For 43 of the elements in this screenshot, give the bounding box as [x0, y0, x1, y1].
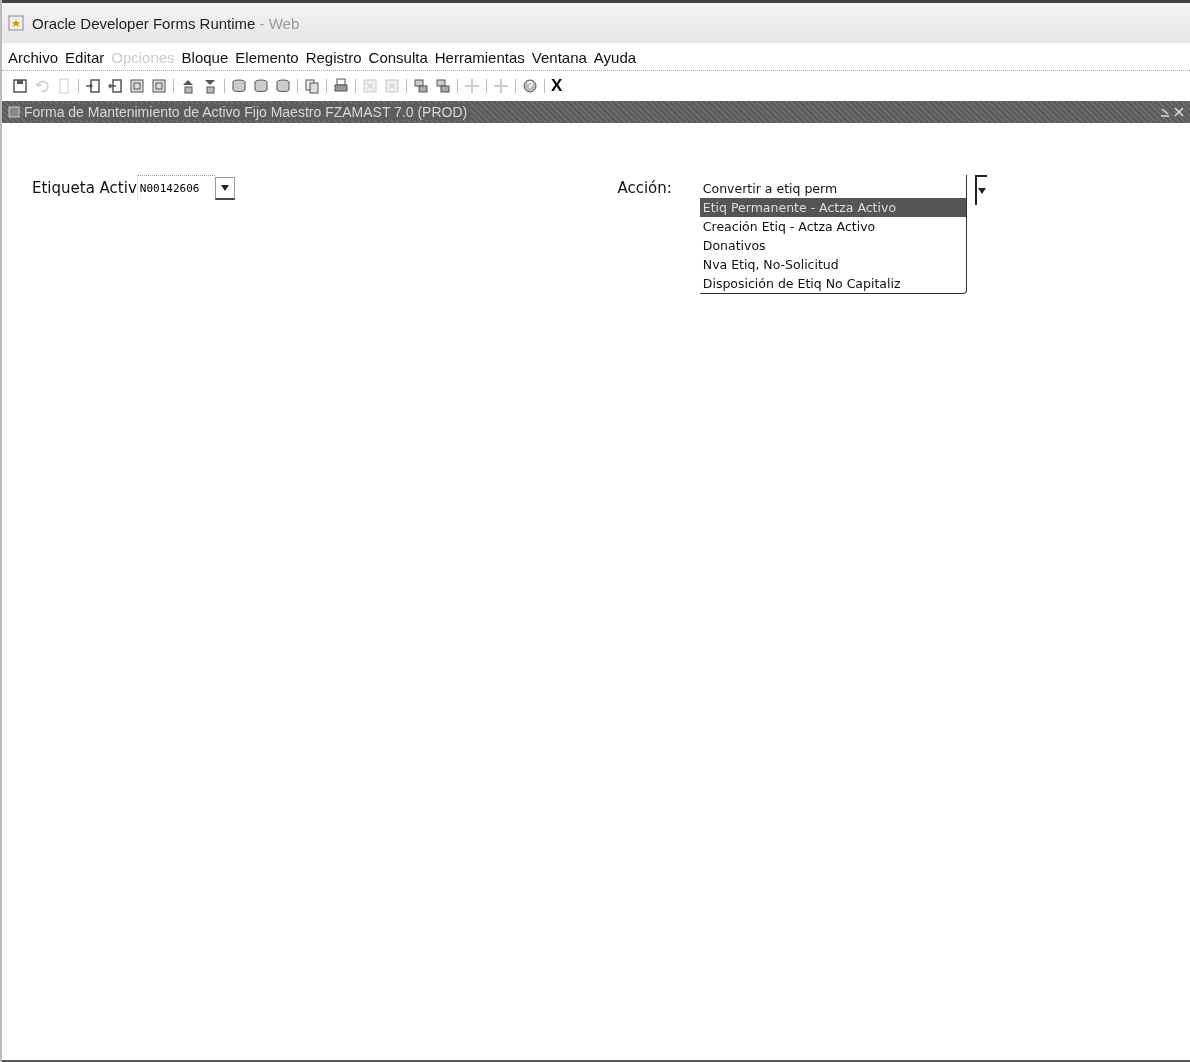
exit-button[interactable]: X — [551, 76, 563, 96]
block-icon[interactable] — [413, 78, 429, 94]
printer-icon[interactable] — [333, 78, 349, 94]
document-icon[interactable] — [129, 78, 145, 94]
menu-item[interactable]: Ventana — [531, 49, 587, 66]
dropdown-option[interactable]: Nva Etiq, No-Solicitud — [699, 255, 966, 274]
caret-icon — [977, 188, 986, 194]
dropdown-option[interactable]: Creación Etiq - Actza Activo — [699, 217, 966, 236]
dropdown-option[interactable]: Donativos — [699, 236, 966, 255]
field-label: Acción: — [617, 179, 672, 199]
exit-arrow-icon[interactable] — [107, 78, 123, 94]
caret-icon — [221, 185, 230, 191]
enter-arrow-icon[interactable] — [85, 78, 101, 94]
help-icon[interactable] — [522, 78, 538, 94]
database-icon[interactable] — [275, 78, 291, 94]
close-icon[interactable] — [1174, 107, 1184, 117]
document-icon[interactable] — [151, 78, 167, 94]
dropdown-button[interactable] — [974, 175, 987, 205]
input-field[interactable]: N00142606 — [136, 175, 216, 199]
dropdown-option[interactable]: Disposición de Etiq No Capitaliz — [699, 274, 966, 293]
minimize-icon[interactable] — [1160, 107, 1170, 117]
save-icon[interactable] — [12, 78, 28, 94]
menu-item[interactable]: Herramientas — [434, 49, 525, 66]
menu-item[interactable]: Elemento — [235, 49, 299, 66]
database-icon[interactable] — [231, 78, 247, 94]
window-title: Oracle Developer Forms Runtime - Web — [32, 14, 300, 32]
form-icon — [8, 106, 20, 118]
dropdown-button[interactable] — [215, 177, 236, 200]
menu-item[interactable]: Editar — [65, 49, 105, 66]
copy-icon[interactable] — [304, 78, 320, 94]
menu-item[interactable]: Ayuda — [593, 49, 637, 66]
database-icon[interactable] — [253, 78, 269, 94]
menu-item[interactable]: Archivo — [8, 49, 59, 66]
menu-item[interactable]: Registro — [305, 49, 362, 66]
menu-item[interactable]: Bloque — [181, 49, 229, 66]
dropdown-option[interactable]: Etiq Permanente - Actza Activo — [699, 198, 966, 217]
field-label: Etiqueta Activ — [32, 179, 137, 197]
dropdown-list[interactable]: Convertir a etiq perm Etiq Permanente - Actza Activo Creación Etiq - Actza Activo Donativos Nva Etiq, No-Solicitud Disposición de Etiq No Capitaliz — [699, 175, 967, 294]
menu-item[interactable]: Consulta — [368, 49, 428, 66]
combo-value[interactable]: Convertir a etiq perm — [699, 175, 841, 198]
block-icon[interactable] — [435, 78, 451, 94]
app-icon — [8, 15, 24, 31]
form-title: Forma de Mantenimiento de Activo Fijo Maestro FZAMAST 7.0 (PROD) — [24, 104, 472, 120]
